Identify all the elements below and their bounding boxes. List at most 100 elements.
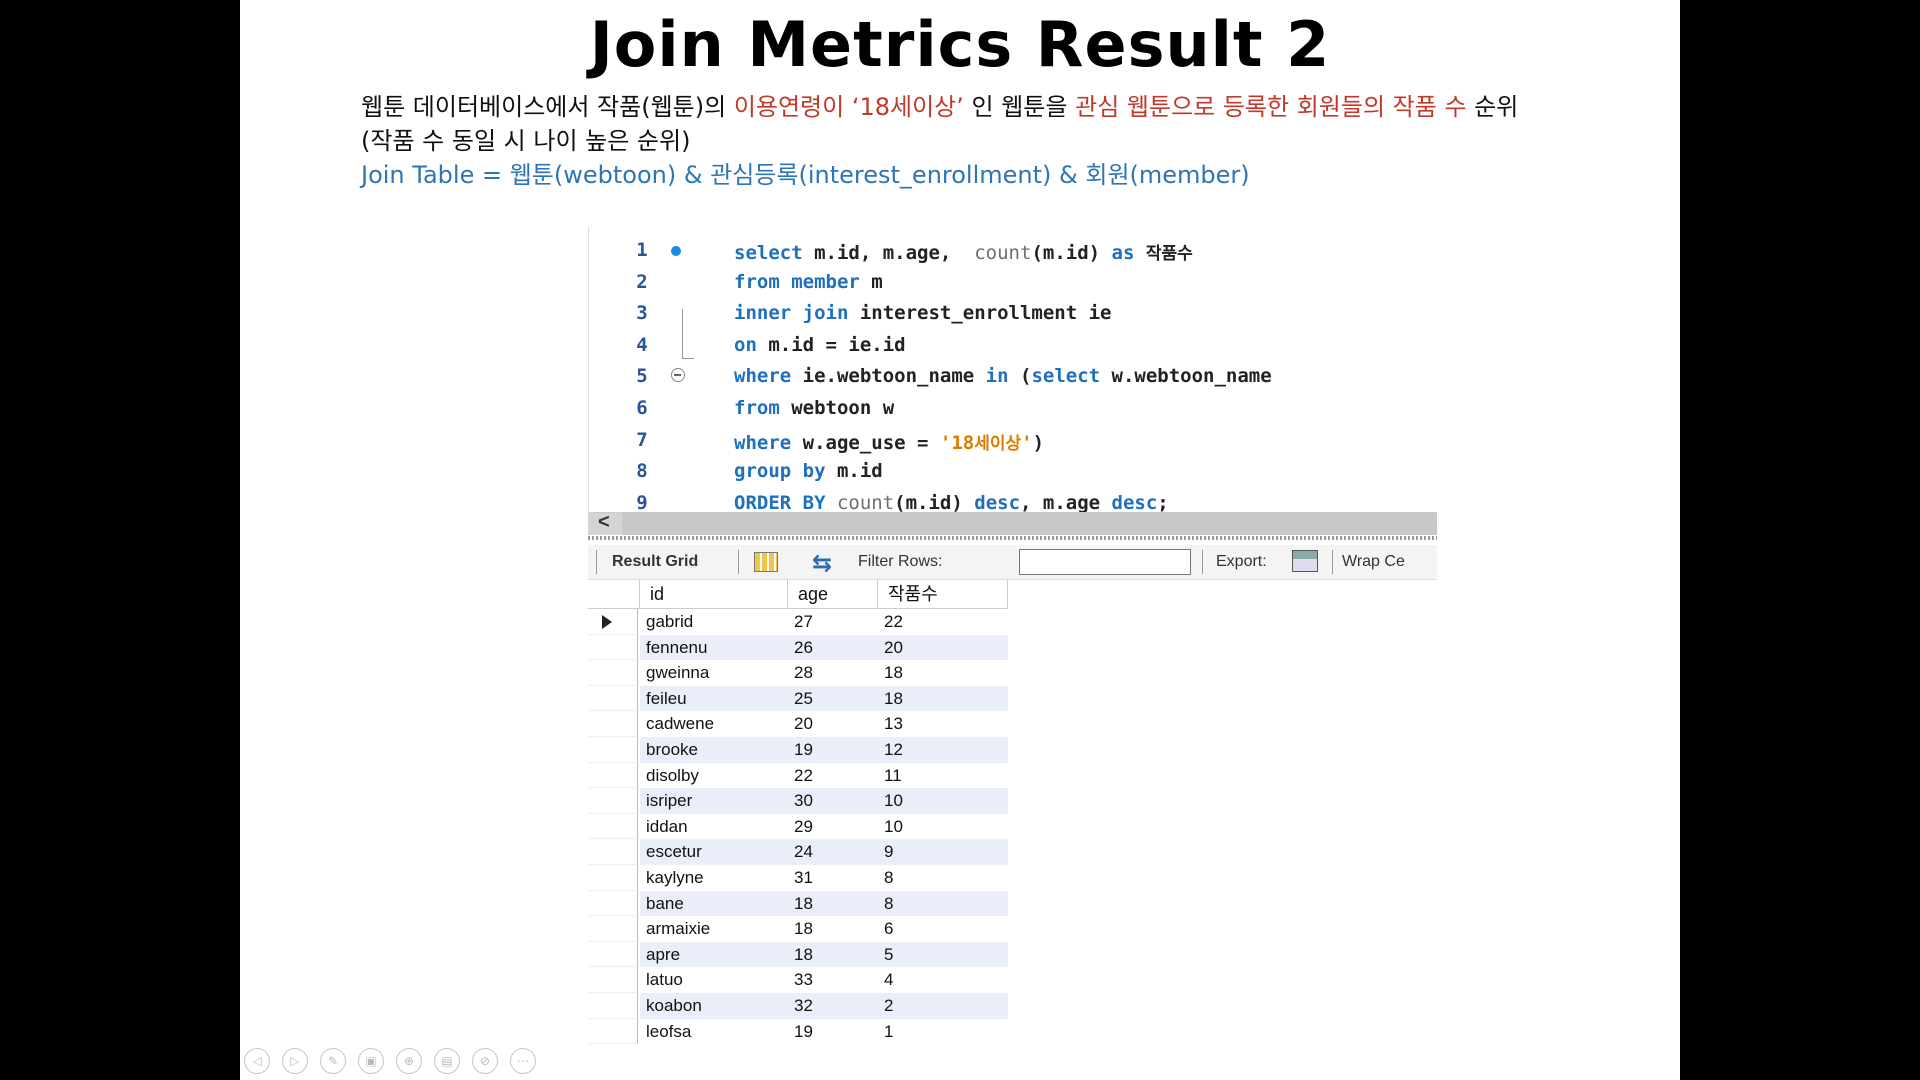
table-row[interactable]: apre 18 5 [588, 941, 1008, 968]
sql-editor[interactable]: 1 select m.id, m.age, count(m.id) as 작품수 2… [588, 227, 1438, 512]
cell-count[interactable]: 18 [878, 660, 1008, 686]
table-row[interactable]: cadwene 20 13 [588, 711, 1008, 737]
editor-horizontal-scrollbar[interactable]: < [588, 511, 1437, 535]
column-header-age[interactable]: age [788, 580, 878, 608]
result-grid-tab[interactable]: Result Grid [612, 553, 698, 571]
code-line[interactable]: 3 inner join interest_enrollment ie [589, 298, 1438, 330]
cell-id[interactable]: gabrid [640, 609, 788, 635]
code-line[interactable]: 9 ORDER BY count(m.id) desc, m.age desc; [589, 488, 1438, 512]
scrollbar-track[interactable] [622, 513, 1437, 535]
cell-count[interactable]: 1 [878, 1019, 1008, 1045]
cell-age[interactable]: 30 [788, 788, 878, 814]
row-header[interactable] [588, 813, 638, 840]
cell-age[interactable]: 24 [788, 839, 878, 865]
cell-age[interactable]: 28 [788, 660, 878, 686]
cell-age[interactable]: 27 [788, 609, 878, 635]
row-header[interactable] [588, 839, 638, 865]
cell-count[interactable]: 10 [878, 788, 1008, 814]
fold-toggle-icon[interactable] [671, 368, 685, 383]
scroll-left-icon[interactable]: < [598, 511, 610, 534]
row-header[interactable] [588, 890, 638, 917]
pen-icon[interactable]: ✎ [320, 1048, 346, 1074]
table-row[interactable]: koabon 32 2 [588, 993, 1008, 1019]
more-options-icon[interactable]: ⋯ [510, 1048, 536, 1074]
code-line[interactable]: 5 where ie.webtoon_name in (select w.webt… [589, 361, 1438, 393]
row-header[interactable] [588, 788, 638, 814]
cell-id[interactable]: kaylyne [640, 865, 788, 891]
row-header[interactable] [588, 634, 638, 661]
previous-slide-icon[interactable]: ◁ [244, 1048, 270, 1074]
row-header[interactable] [588, 1018, 638, 1045]
cell-id[interactable]: koabon [640, 993, 788, 1019]
cell-count[interactable]: 8 [878, 890, 1008, 917]
cell-age[interactable]: 22 [788, 763, 878, 789]
pane-splitter[interactable] [588, 536, 1437, 540]
cell-count[interactable]: 5 [878, 941, 1008, 968]
code-line[interactable]: 6 from webtoon w [589, 393, 1438, 425]
row-header[interactable] [588, 916, 638, 942]
cell-age[interactable]: 33 [788, 967, 878, 993]
cell-count[interactable]: 22 [878, 609, 1008, 635]
filter-rows-input[interactable] [1019, 549, 1191, 575]
cell-count[interactable]: 12 [878, 737, 1008, 763]
code-line[interactable]: 4 on m.id = ie.id [589, 330, 1438, 362]
table-row[interactable]: iddan 29 10 [588, 813, 1008, 840]
row-header[interactable] [588, 865, 638, 891]
column-header-id[interactable]: id [640, 580, 788, 608]
table-row[interactable]: bane 18 8 [588, 890, 1008, 917]
cell-count[interactable]: 6 [878, 916, 1008, 942]
cell-age[interactable]: 19 [788, 1019, 878, 1045]
table-row[interactable]: brooke 19 12 [588, 737, 1008, 763]
row-header[interactable] [588, 993, 638, 1019]
wrap-cell-content-toggle[interactable]: Wrap Ce [1342, 553, 1405, 571]
refresh-icon[interactable]: ⇆ [812, 549, 832, 578]
table-row[interactable]: isriper 30 10 [588, 788, 1008, 814]
row-header[interactable] [588, 941, 638, 968]
cell-count[interactable]: 11 [878, 763, 1008, 789]
camera-off-icon[interactable]: ⊘ [472, 1048, 498, 1074]
cell-age[interactable]: 25 [788, 685, 878, 712]
table-row[interactable]: kaylyne 31 8 [588, 865, 1008, 891]
result-grid-icon[interactable] [754, 552, 778, 572]
table-row[interactable]: gweinna 28 18 [588, 660, 1008, 686]
table-row[interactable]: fennenu 26 20 [588, 634, 1008, 661]
table-row[interactable]: gabrid 27 22 [588, 609, 1008, 635]
cell-age[interactable]: 26 [788, 634, 878, 661]
zoom-icon[interactable]: ⊕ [396, 1048, 422, 1074]
row-header[interactable] [588, 609, 638, 635]
table-row[interactable]: escetur 24 9 [588, 839, 1008, 865]
row-header[interactable] [588, 711, 638, 737]
cell-id[interactable]: latuo [640, 967, 788, 993]
cell-age[interactable]: 18 [788, 941, 878, 968]
export-icon[interactable] [1292, 550, 1318, 572]
table-row[interactable]: armaixie 18 6 [588, 916, 1008, 942]
cell-age[interactable]: 29 [788, 814, 878, 840]
cell-id[interactable]: brooke [640, 737, 788, 763]
cell-id[interactable]: feileu [640, 685, 788, 712]
cell-age[interactable]: 18 [788, 890, 878, 917]
cell-id[interactable]: disolby [640, 763, 788, 789]
cell-id[interactable]: escetur [640, 839, 788, 865]
code-line[interactable]: 1 select m.id, m.age, count(m.id) as 작품수 [589, 235, 1438, 267]
cell-age[interactable]: 32 [788, 993, 878, 1019]
cell-id[interactable]: iddan [640, 814, 788, 840]
cell-count[interactable]: 8 [878, 865, 1008, 891]
cell-id[interactable]: isriper [640, 788, 788, 814]
table-row[interactable]: leofsa 19 1 [588, 1018, 1008, 1045]
cell-age[interactable]: 19 [788, 737, 878, 763]
cell-count[interactable]: 10 [878, 814, 1008, 840]
code-line[interactable]: 8 group by m.id [589, 456, 1438, 488]
cell-id[interactable]: gweinna [640, 660, 788, 686]
code-line[interactable]: 2 from member m [589, 267, 1438, 299]
cell-count[interactable]: 20 [878, 634, 1008, 661]
row-header[interactable] [588, 737, 638, 763]
cell-id[interactable]: bane [640, 890, 788, 917]
cell-count[interactable]: 2 [878, 993, 1008, 1019]
cell-count[interactable]: 4 [878, 967, 1008, 993]
subtitles-icon[interactable]: ▤ [434, 1048, 460, 1074]
cell-count[interactable]: 18 [878, 685, 1008, 712]
cell-id[interactable]: cadwene [640, 711, 788, 737]
column-header-count[interactable]: 작품수 [878, 580, 1008, 608]
cell-id[interactable]: fennenu [640, 634, 788, 661]
cell-count[interactable]: 9 [878, 839, 1008, 865]
